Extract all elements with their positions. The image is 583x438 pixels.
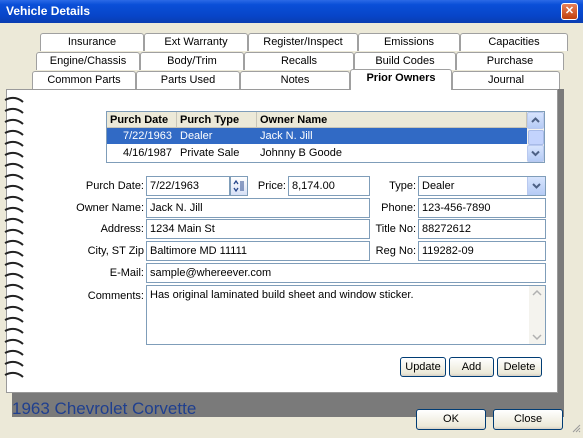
address-label: Address: [100, 223, 144, 235]
chevron-up-icon [531, 117, 540, 123]
reg-no-field[interactable]: 119282-09 [418, 241, 546, 261]
city-st-zip-field[interactable]: Baltimore MD 11111 [146, 241, 370, 261]
tab-emissions[interactable]: Emissions [358, 33, 460, 51]
purch-date-label: Purch Date: [85, 180, 144, 192]
tab-common-parts[interactable]: Common Parts [32, 71, 136, 89]
ok-button[interactable]: OK [416, 409, 486, 430]
tab-build-codes[interactable]: Build Codes [354, 52, 456, 70]
comments-label: Comments: [87, 290, 144, 302]
phone-label: Phone: [381, 202, 416, 214]
chevron-down-icon [532, 183, 541, 189]
email-label: E-Mail: [109, 267, 144, 279]
close-window-button[interactable]: ✕ [561, 3, 578, 20]
tab-parts-used[interactable]: Parts Used [136, 71, 240, 89]
phone-field[interactable]: 123-456-7890 [418, 198, 546, 218]
type-dropdown-button[interactable] [527, 177, 545, 195]
title-no-label: Title No: [375, 223, 416, 235]
cell-purch-date: 4/16/1987 [123, 147, 172, 159]
window-title: Vehicle Details [6, 4, 91, 18]
resize-grip-icon [572, 424, 581, 433]
comments-text: Has original laminated build sheet and w… [150, 289, 414, 301]
email-field[interactable]: sample@whereever.com [146, 263, 546, 283]
price-label: Price: [257, 180, 286, 192]
reg-no-label: Reg No: [375, 245, 416, 257]
comments-scrollbar[interactable] [529, 286, 545, 344]
chevron-down-icon [531, 150, 540, 157]
title-bar: Vehicle Details ✕ [0, 0, 583, 23]
resize-grip[interactable] [571, 423, 581, 436]
scroll-arrows-icon [532, 289, 542, 341]
cell-owner-name: Jack N. Jill [260, 130, 313, 142]
add-button[interactable]: Add [449, 357, 494, 377]
cell-purch-type: Private Sale [180, 147, 240, 159]
cell-owner-name: Johnny B Goode [260, 147, 342, 159]
table-row[interactable]: 7/22/1963 Dealer Jack N. Jill [107, 128, 527, 144]
spiral-binding [3, 96, 27, 416]
city-st-zip-label: City, ST Zip [87, 245, 144, 257]
tab-insurance[interactable]: Insurance [40, 33, 144, 51]
table-row[interactable]: 4/16/1987 Private Sale Johnny B Goode [107, 145, 527, 161]
scroll-down-button[interactable] [527, 145, 544, 162]
tab-journal[interactable]: Journal [452, 71, 560, 89]
type-label: Type: [389, 180, 416, 192]
tab-register-inspect[interactable]: Register/Inspect [248, 33, 358, 51]
scroll-up-button[interactable] [527, 112, 544, 129]
update-button[interactable]: Update [400, 357, 446, 377]
tab-purchase[interactable]: Purchase [456, 52, 564, 70]
type-select[interactable]: Dealer [418, 176, 546, 196]
tab-notes[interactable]: Notes [240, 71, 350, 89]
cell-purch-date: 7/22/1963 [123, 130, 172, 142]
grid-scrollbar[interactable] [527, 112, 544, 162]
tab-ext-warranty[interactable]: Ext Warranty [144, 33, 248, 51]
tab-recalls[interactable]: Recalls [244, 52, 354, 70]
close-button[interactable]: Close [493, 409, 563, 430]
spiral-coils-icon [4, 96, 24, 378]
tab-capacities[interactable]: Capacities [460, 33, 568, 51]
owners-grid[interactable]: Purch Date Purch Type Owner Name 7/22/19… [106, 111, 545, 163]
tab-prior-owners[interactable]: Prior Owners [350, 69, 452, 90]
scroll-thumb[interactable] [528, 130, 544, 145]
col-header-owner-name[interactable]: Owner Name [257, 112, 527, 128]
tab-engine-chassis[interactable]: Engine/Chassis [36, 52, 140, 70]
calendar-spin-icon [233, 179, 244, 193]
address-field[interactable]: 1234 Main St [146, 219, 370, 239]
type-select-value: Dealer [422, 180, 455, 192]
owner-name-label: Owner Name: [76, 202, 144, 214]
comments-field[interactable]: Has original laminated build sheet and w… [146, 285, 546, 345]
tab-body-trim[interactable]: Body/Trim [140, 52, 244, 70]
owner-name-field[interactable]: Jack N. Jill [146, 198, 370, 218]
col-header-purch-date[interactable]: Purch Date [107, 112, 177, 128]
purch-date-field[interactable]: 7/22/1963 [146, 176, 230, 196]
title-no-field[interactable]: 88272612 [418, 219, 546, 239]
delete-button[interactable]: Delete [497, 357, 542, 377]
price-field[interactable]: 8,174.00 [288, 176, 370, 196]
vehicle-name: 1963 Chevrolet Corvette [12, 399, 197, 418]
col-header-purch-type[interactable]: Purch Type [177, 112, 257, 128]
cell-purch-type: Dealer [180, 130, 213, 142]
